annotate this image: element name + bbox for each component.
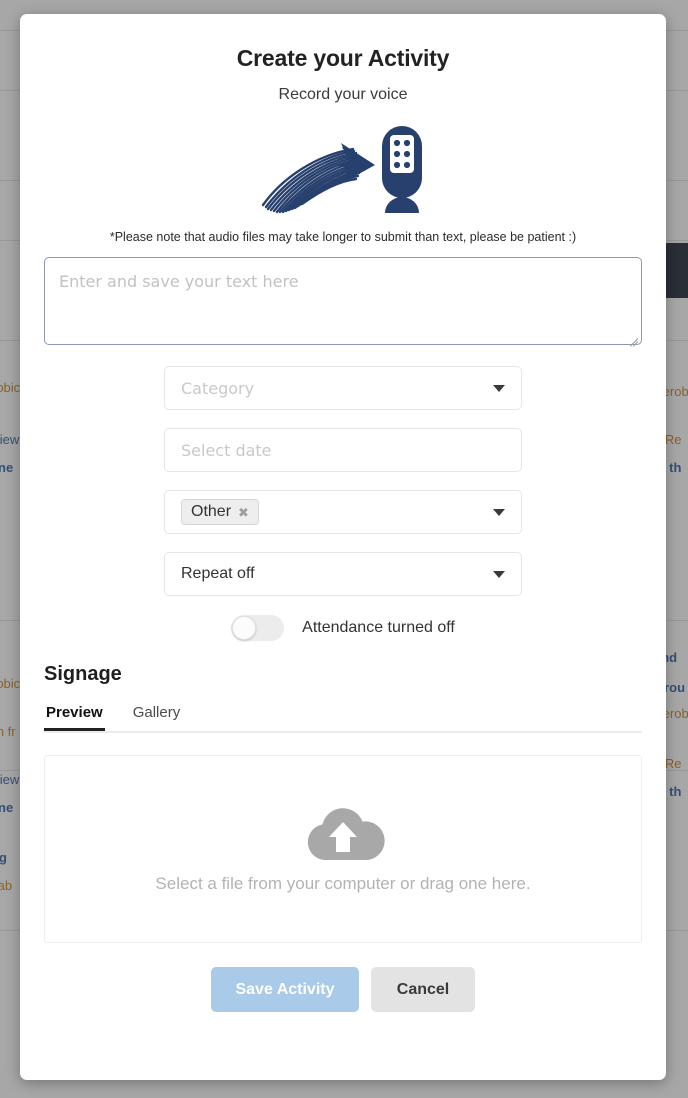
repeat-value: Repeat off [181, 565, 255, 582]
tag-chip-remove-icon[interactable]: ✖ [238, 506, 249, 519]
signage-tabs: Preview Gallery [44, 704, 642, 733]
toggle-knob [232, 616, 257, 640]
modal-title: Create your Activity [236, 45, 450, 71]
microphone-with-arrow-icon [261, 126, 422, 214]
category-select[interactable]: Category [164, 366, 522, 410]
activity-text-input[interactable] [44, 257, 642, 345]
cloud-upload-icon [307, 808, 385, 860]
modal-subtitle: Record your voice [278, 86, 408, 103]
cancel-button[interactable]: Cancel [371, 967, 475, 1012]
category-placeholder: Category [181, 378, 255, 398]
tag-chip-label: Other [191, 503, 232, 520]
dropzone-text: Select a file from your computer or drag… [155, 874, 531, 893]
repeat-select[interactable]: Repeat off [164, 552, 522, 596]
chevron-down-icon [493, 509, 505, 516]
attendance-toggle[interactable] [231, 615, 285, 641]
tab-preview[interactable]: Preview [44, 704, 105, 731]
date-placeholder: Select date [181, 440, 272, 460]
record-voice-illustration[interactable] [44, 120, 642, 218]
tab-gallery[interactable]: Gallery [131, 704, 183, 731]
chevron-down-icon [493, 571, 505, 578]
tag-chip-other[interactable]: Other ✖ [181, 499, 259, 525]
create-activity-modal: Create your Activity Record your voice *… [20, 14, 666, 1080]
file-dropzone[interactable]: Select a file from your computer or drag… [44, 755, 642, 943]
activity-fields: Category Select date Other ✖ Repeat off [164, 366, 522, 596]
save-activity-button[interactable]: Save Activity [211, 967, 359, 1012]
audio-note: *Please note that audio files may take l… [109, 230, 577, 244]
attendance-label: Attendance turned off [302, 619, 455, 636]
text-input-wrapper [44, 257, 642, 347]
modal-actions: Save Activity Cancel [44, 967, 642, 1012]
date-input[interactable]: Select date [164, 428, 522, 472]
attendance-row: Attendance turned off [44, 615, 642, 641]
signage-heading: Signage [44, 663, 122, 685]
chevron-down-icon [493, 385, 505, 392]
tags-select[interactable]: Other ✖ [164, 490, 522, 534]
